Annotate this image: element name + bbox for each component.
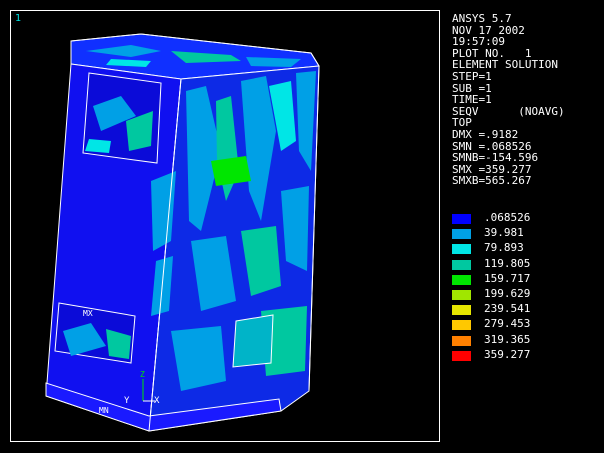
legend-swatch: [452, 305, 471, 316]
legend-value: 279.453: [484, 317, 531, 331]
info-line: TIME=1: [452, 93, 492, 107]
plot-info-panel: ANSYS 5.7 NOV 17 2002 19:57:09 PLOT NO. 1 EL…: [452, 13, 565, 187]
legend-row: 79.893: [452, 242, 592, 257]
info-line: SMXB=565.267: [452, 174, 532, 188]
graphics-viewport[interactable]: 1 MX MN Y Z X: [10, 10, 440, 442]
legend-swatch: [452, 335, 471, 346]
legend-row: 199.629: [452, 286, 592, 303]
legend-swatch: [452, 244, 471, 255]
legend-value: 239.541: [484, 302, 531, 316]
legend-swatch: [452, 320, 471, 331]
contour-legend: .068526 39.981 79.893 119.805 159.717 199.629…: [452, 212, 592, 364]
info-line: STEP=1: [452, 69, 492, 83]
legend-value: 199.629: [484, 286, 531, 300]
legend-swatch: [452, 350, 471, 361]
legend-row: .068526: [452, 212, 592, 227]
legend-value: 79.893: [484, 241, 524, 255]
legend-row: 279.453: [452, 318, 592, 333]
legend-swatch: [452, 259, 471, 270]
svg-text:Z: Z: [140, 370, 145, 379]
mx-marker: MX: [83, 309, 93, 318]
legend-value: 359.277: [484, 347, 531, 361]
info-line: ANSYS 5.7: [452, 12, 512, 25]
legend-swatch: [452, 214, 471, 224]
side-face-opening: [232, 314, 274, 368]
legend-value: 159.717: [484, 271, 531, 285]
legend-value: 319.365: [484, 332, 531, 346]
info-line: DMX =.9182: [452, 127, 519, 141]
info-line: SMNB=-154.596: [452, 151, 539, 165]
legend-swatch: [452, 274, 471, 285]
legend-swatch: [452, 289, 471, 300]
legend-row: 239.541: [452, 303, 592, 318]
legend-value: .068526: [484, 211, 531, 224]
legend-row: 39.981: [452, 227, 592, 242]
legend-swatch: [452, 229, 471, 240]
legend-value: 39.981: [484, 226, 524, 240]
legend-row: 159.717: [452, 271, 592, 288]
legend-row: 359.277: [452, 347, 592, 364]
legend-value: 119.805: [484, 256, 531, 270]
fea-model-plot: MX MN Y Z X: [45, 33, 320, 432]
mn-marker: MN: [99, 406, 109, 415]
legend-row: 119.805: [452, 256, 592, 273]
svg-text:X: X: [154, 396, 160, 406]
legend-row: 319.365: [452, 332, 592, 349]
svg-text:Y: Y: [124, 396, 130, 406]
